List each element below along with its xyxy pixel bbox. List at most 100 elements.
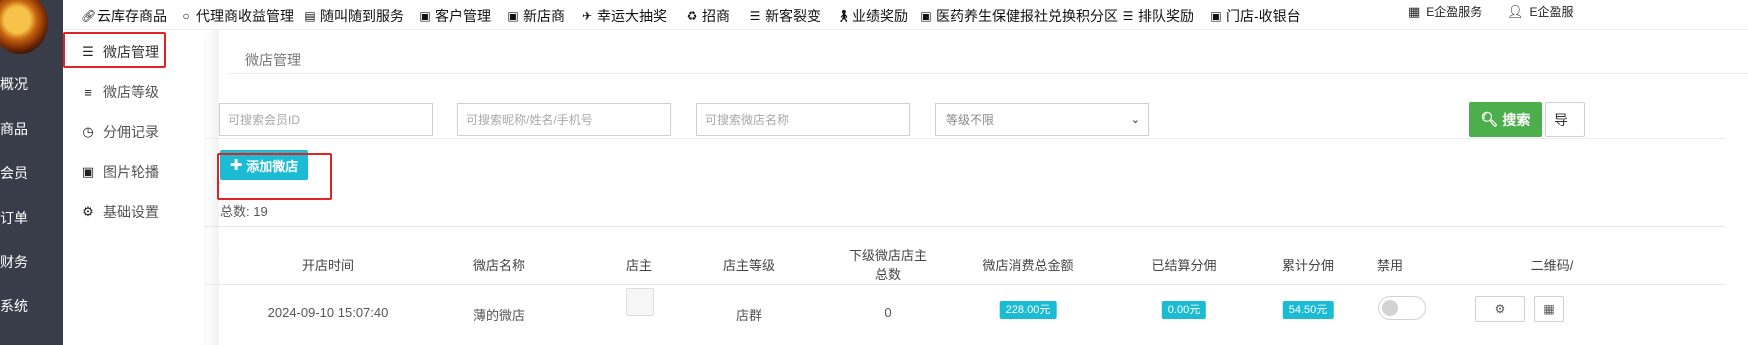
service-label: E企盈服务	[1426, 5, 1483, 19]
image-icon: ▣	[419, 9, 431, 23]
export-button[interactable]: 导	[1545, 102, 1585, 137]
more-button[interactable]: ▦	[1534, 296, 1564, 322]
chevron-down-icon: ⌄	[1130, 114, 1140, 126]
nickname-input[interactable]	[457, 103, 671, 136]
person-icon: 🚶︎	[836, 9, 852, 23]
camera-icon: ▣	[1210, 9, 1222, 23]
sub-sidebar: ☰ 微店管理 ≡ 微店等级 ◷ 分佣记录 ▣ 图片轮播 ⚙ 基础设置	[63, 30, 213, 345]
rail-item-label: 会员	[0, 165, 28, 181]
topnav-label: 随叫随到服务	[320, 8, 404, 24]
topnav-service-link[interactable]: ▦ E企盈服务	[1408, 3, 1482, 20]
menu-icon: ☰	[749, 9, 761, 23]
topnav-label: 云库存商品	[97, 8, 167, 24]
user-label: E企盈服	[1529, 5, 1574, 19]
rail-item-label: 财务	[0, 254, 28, 270]
column-header-owner: 店主	[625, 258, 653, 273]
topnav-item-new-customer-fission[interactable]: ☰ 新客裂变	[749, 6, 821, 26]
sidebar-item-image-carousel[interactable]: ▣ 图片轮播	[63, 152, 213, 192]
column-header-qrcode: 二维码/	[1530, 258, 1574, 273]
image-icon: ▣	[507, 9, 519, 23]
total-label: 总数:	[220, 204, 250, 219]
topnav-label: 业绩奖励	[852, 8, 908, 24]
grid-icon: ▦	[1408, 3, 1421, 19]
member-id-input[interactable]	[219, 103, 433, 136]
amount-badge: 228.00元	[999, 301, 1057, 319]
cell-shop-name: 薄的微店	[472, 308, 526, 323]
rail-item-label: 商品	[0, 121, 28, 137]
sidebar-item-label: 分佣记录	[103, 124, 159, 140]
top-nav: 🔗︎ 云库存商品 ○ 代理商收益管理 ▤ 随叫随到服务 ▣ 客户管理 ▣ 新店商 ✈ 幸运大…	[63, 0, 1748, 30]
commission-badge: 54.50元	[1282, 301, 1334, 319]
main-panel: 微店管理 等级不限 ⌄ 🔍︎搜索 导 ✚添加微店 总数: 19 开店时间 微店名…	[205, 30, 1748, 345]
topnav-item-on-call-service[interactable]: ▤ 随叫随到服务	[304, 6, 404, 26]
topnav-label: 新店商	[523, 8, 565, 24]
topnav-item-queue-reward[interactable]: ☰ 排队奖励	[1122, 6, 1194, 26]
topnav-item-lucky-draw[interactable]: ✈ 幸运大抽奖	[581, 6, 667, 26]
column-header-consumption: 微店消费总金额	[982, 258, 1074, 273]
clock-icon: ◷	[82, 124, 94, 139]
column-header-shop-name: 微店名称	[472, 258, 526, 273]
user-icon: 👤︎	[1507, 3, 1524, 19]
topnav-label: 门店-收银台	[1226, 8, 1301, 24]
topnav-item-new-shop[interactable]: ▣ 新店商	[507, 6, 565, 26]
plane-icon: ✈	[581, 9, 593, 23]
search-button[interactable]: 🔍︎ 搜索	[1469, 102, 1542, 137]
cell-owner-level: 店群	[735, 308, 763, 323]
sidebar-item-basic-settings[interactable]: ⚙ 基础设置	[63, 192, 213, 232]
recycle-icon: ♻	[686, 9, 698, 23]
sidebar-item-label: 基础设置	[103, 204, 159, 220]
gear-icon: ⚙	[1494, 302, 1506, 316]
main-rail: 概况 商品 会员 订单 财务 系统	[0, 0, 63, 345]
highlight-box-add	[217, 153, 332, 200]
search-icon: 🔍︎	[1480, 111, 1499, 127]
level-select[interactable]: 等级不限 ⌄	[935, 103, 1149, 136]
list-icon: ☰	[1122, 9, 1134, 23]
settled-badge: 0.00元	[1161, 301, 1207, 319]
gears-icon: ⚙	[82, 204, 94, 219]
topnav-label: 招商	[702, 8, 730, 24]
topnav-item-health-points[interactable]: ▣ 医药养生保健报社兑换积分区	[920, 6, 1118, 26]
rail-item-label: 概况	[0, 76, 28, 92]
qrcode-button[interactable]: ⚙	[1475, 296, 1525, 322]
table-header-divider	[205, 284, 1725, 285]
topnav-label: 客户管理	[435, 8, 491, 24]
topnav-label: 医药养生保健报社兑换积分区	[936, 8, 1118, 24]
link-icon: 🔗︎	[81, 9, 97, 23]
align-left-icon: ≡	[84, 84, 92, 100]
sidebar-item-label: 图片轮播	[103, 164, 159, 180]
topnav-item-agent-income[interactable]: ○ 代理商收益管理	[180, 6, 294, 26]
column-header-sub-owners-total: 总数	[874, 267, 902, 282]
sidebar-item-commission-records[interactable]: ◷ 分佣记录	[63, 112, 213, 152]
sidebar-item-shop-level[interactable]: ≡ 微店等级	[63, 72, 213, 112]
image-icon: ▣	[920, 9, 932, 23]
topnav-item-recruit[interactable]: ♻ 招商	[686, 6, 730, 26]
brand-logo[interactable]	[0, 0, 48, 54]
image-icon: ▣	[81, 164, 95, 179]
topnav-item-performance-reward[interactable]: 🚶︎ 业绩奖励	[836, 6, 908, 26]
sidebar-item-label: 微店等级	[103, 84, 159, 100]
column-header-sub-owners: 下级微店店主	[848, 248, 928, 263]
export-button-label: 导	[1554, 111, 1568, 128]
column-header-owner-level: 店主等级	[722, 258, 776, 273]
card-icon: ▤	[304, 9, 316, 23]
grid-icon: ▦	[1543, 302, 1555, 316]
topnav-item-store-cashier[interactable]: ▣ 门店-收银台	[1210, 6, 1301, 26]
app-root: 概况 商品 会员 订单 财务 系统 🔗︎ 云库存商品 ○ 代理商收益管理 ▤ 随叫随到…	[0, 0, 1748, 345]
cell-sub-count: 0	[884, 305, 892, 320]
total-value: 19	[253, 204, 268, 219]
topnav-item-cloud-stock[interactable]: 🔗︎ 云库存商品	[81, 6, 167, 26]
highlight-box-sidebar	[63, 32, 166, 68]
topnav-label: 新客裂变	[765, 8, 821, 24]
topnav-label: 代理商收益管理	[196, 8, 294, 24]
topnav-label: 幸运大抽奖	[597, 8, 667, 24]
rail-item-label: 系统	[0, 298, 28, 314]
search-button-label: 搜索	[1502, 111, 1531, 128]
column-header-open-time: 开店时间	[301, 258, 355, 273]
divider	[205, 226, 1725, 227]
topnav-user-menu[interactable]: 👤︎ E企盈服	[1507, 3, 1574, 20]
topnav-label: 排队奖励	[1138, 8, 1194, 24]
shop-name-input[interactable]	[696, 103, 910, 136]
level-select-value: 等级不限	[946, 113, 995, 127]
topnav-item-customers[interactable]: ▣ 客户管理	[419, 6, 491, 26]
disable-toggle[interactable]	[1378, 296, 1426, 320]
